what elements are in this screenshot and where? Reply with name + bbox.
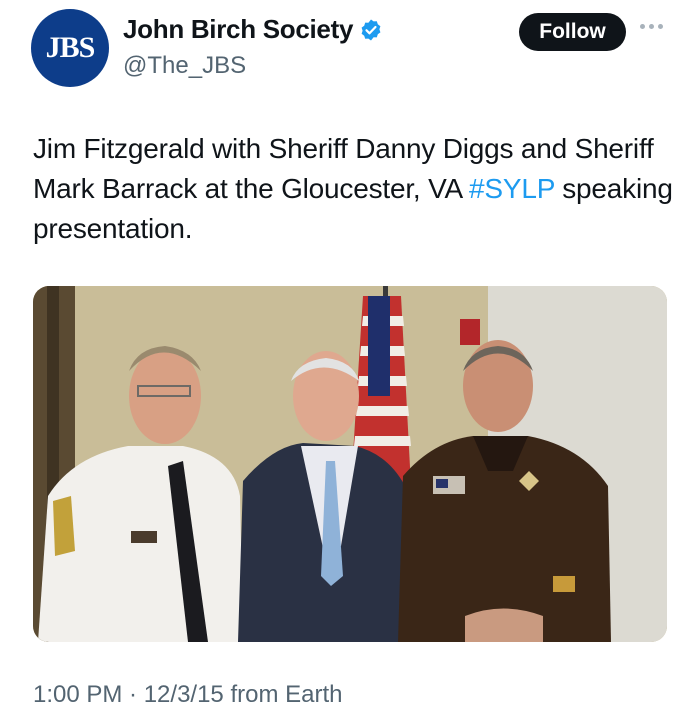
follow-button[interactable]: Follow [519, 13, 626, 51]
hashtag-link[interactable]: #SYLP [469, 173, 555, 204]
tweet-text: Jim Fitzgerald with Sheriff Danny Diggs … [33, 129, 673, 249]
tweet-header: JBS John Birch Society @The_JBS Follow [0, 0, 700, 100]
tweet-timestamp[interactable]: 1:00 PM · 12/3/15 from Earth [33, 681, 342, 709]
photo-illustration [33, 286, 667, 642]
more-options-icon[interactable] [640, 24, 663, 29]
name-row: John Birch Society [123, 14, 383, 45]
avatar[interactable]: JBS [31, 9, 109, 87]
tweet-photo[interactable] [33, 286, 667, 642]
user-handle[interactable]: @The_JBS [123, 52, 246, 80]
fire-alarm [460, 319, 480, 345]
avatar-logo-text: JBS [45, 31, 96, 64]
display-name[interactable]: John Birch Society [123, 14, 353, 45]
verified-badge-icon [361, 19, 381, 40]
